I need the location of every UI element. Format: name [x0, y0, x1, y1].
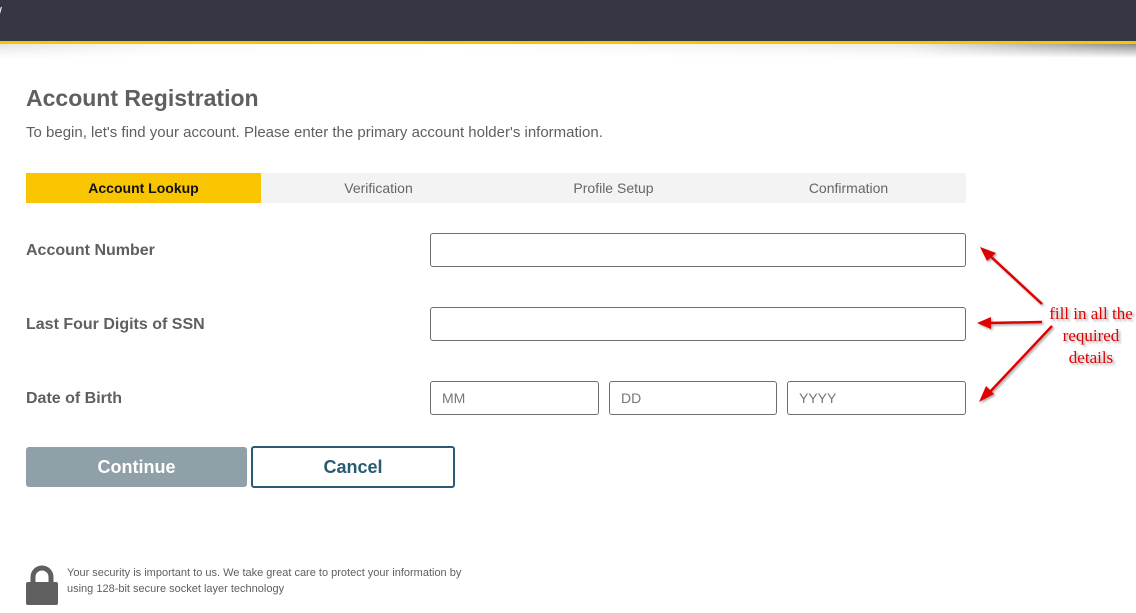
annotation-line-1: fill in all the [1049, 304, 1133, 323]
arrowhead-ssn [977, 317, 991, 329]
dob-month-input[interactable] [430, 381, 599, 415]
page-title: Account Registration [26, 85, 259, 111]
header-glyph: / [0, 4, 2, 20]
cancel-button[interactable]: Cancel [251, 446, 455, 488]
arrow-to-ssn [987, 320, 1043, 325]
continue-button[interactable]: Continue [26, 447, 247, 487]
top-navigation-bar: / [0, 0, 1136, 41]
ssn-last-four-input[interactable] [430, 307, 966, 341]
step-profile-setup: Profile Setup [573, 180, 654, 196]
ssn-label: Last Four Digits of SSN [26, 316, 205, 333]
dob-year-input[interactable] [787, 381, 966, 415]
account-number-input[interactable] [430, 233, 966, 267]
step-confirmation: Confirmation [808, 180, 889, 196]
dob-day-input[interactable] [609, 381, 777, 415]
account-number-label: Account Number [26, 242, 155, 259]
step-account-lookup: Account Lookup [26, 173, 261, 203]
annotation-note: fill in all the required details [1036, 303, 1136, 369]
date-of-birth-label: Date of Birth [26, 390, 122, 407]
step-verification: Verification [344, 180, 413, 196]
security-notice: Your security is important to us. We tak… [67, 567, 462, 595]
lock-icon [26, 565, 58, 605]
arrow-to-account-number [987, 253, 1043, 305]
header-shadow [0, 44, 1136, 58]
annotation-line-2: required [1062, 326, 1120, 345]
registration-steps: Account Lookup Verification Profile Setu… [26, 173, 966, 203]
annotation-line-3: details [1068, 348, 1114, 367]
page-subtitle: To begin, let's find your account. Pleas… [26, 124, 603, 141]
